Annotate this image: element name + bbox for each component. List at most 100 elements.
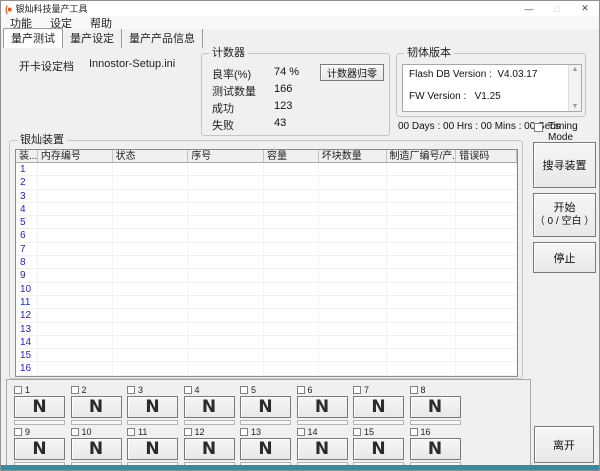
table-row[interactable]: 6 [16, 229, 517, 242]
port-number-label: 15 [364, 427, 374, 437]
close-icon[interactable]: ✕ [571, 1, 599, 16]
port-checkbox[interactable] [240, 386, 248, 394]
device-data-cell [113, 283, 189, 295]
table-row[interactable]: 13 [16, 323, 517, 336]
port-checkbox[interactable] [127, 386, 135, 394]
table-row[interactable]: 16 [16, 362, 517, 375]
table-row[interactable]: 14 [16, 336, 517, 349]
port-status-button[interactable]: N [410, 438, 461, 460]
port-checkbox[interactable] [297, 428, 305, 436]
port-status-button[interactable]: N [240, 438, 291, 460]
port-checkbox[interactable] [410, 428, 418, 436]
port-status-button[interactable]: N [353, 438, 404, 460]
port-check-row: 2 [71, 384, 122, 395]
port-number-label: 1 [25, 385, 30, 395]
port-check-row: 1 [14, 384, 65, 395]
column-header[interactable]: 内存编号 [38, 150, 113, 162]
port-cell: 1N [14, 384, 65, 425]
port-status-button[interactable]: N [71, 396, 122, 418]
table-row[interactable]: 8 [16, 256, 517, 269]
table-row[interactable]: 1 [16, 163, 517, 176]
table-row[interactable]: 4 [16, 203, 517, 216]
device-data-cell [188, 163, 264, 175]
port-status-button[interactable]: N [71, 438, 122, 460]
port-checkbox[interactable] [184, 386, 192, 394]
port-status-button[interactable]: N [14, 438, 65, 460]
port-status-button[interactable]: N [127, 396, 178, 418]
port-checkbox[interactable] [353, 428, 361, 436]
device-data-cell [113, 336, 189, 348]
minimize-icon[interactable]: — [515, 1, 543, 16]
port-status-button[interactable]: N [14, 396, 65, 418]
fw-version: FW Version : V1.25 [409, 91, 501, 102]
port-checkbox[interactable] [127, 428, 135, 436]
port-checkbox[interactable] [297, 386, 305, 394]
table-row[interactable]: 5 [16, 216, 517, 229]
tab-production-test[interactable]: 量产测试 [3, 28, 63, 48]
table-row[interactable]: 12 [16, 309, 517, 322]
port-status-button[interactable]: N [410, 396, 461, 418]
column-header[interactable]: 装... [16, 150, 38, 162]
port-status-button[interactable]: N [240, 396, 291, 418]
tab-production-settings[interactable]: 量产设定 [63, 29, 122, 48]
device-index-cell: 16 [16, 362, 38, 374]
timing-mode-checkbox[interactable] [534, 123, 543, 132]
device-data-cell [188, 176, 264, 188]
scroll-up-icon[interactable]: ▲ [569, 66, 581, 73]
column-header[interactable]: 坏块数量 [319, 150, 387, 162]
search-device-button[interactable]: 搜寻装置 [533, 142, 596, 188]
device-data-cell [188, 323, 264, 335]
column-header[interactable]: 序号 [188, 150, 264, 162]
table-row[interactable]: 7 [16, 243, 517, 256]
table-row[interactable]: 10 [16, 283, 517, 296]
port-number-label: 5 [251, 385, 256, 395]
table-row[interactable]: 3 [16, 190, 517, 203]
table-row[interactable]: 2 [16, 176, 517, 189]
counter-row-label: 成功 [212, 100, 234, 116]
titlebar: (● 银灿科技量产工具 — □ ✕ [1, 1, 599, 16]
port-checkbox[interactable] [240, 428, 248, 436]
column-header[interactable]: 制造厂编号/产... [387, 150, 457, 162]
port-checkbox[interactable] [14, 428, 22, 436]
device-data-cell [319, 283, 387, 295]
device-data-cell [456, 296, 517, 308]
port-number-label: 2 [82, 385, 87, 395]
column-header[interactable]: 容量 [264, 150, 319, 162]
table-row[interactable]: 9 [16, 269, 517, 282]
port-checkbox[interactable] [184, 428, 192, 436]
port-number-label: 16 [421, 427, 431, 437]
port-checkbox[interactable] [71, 386, 79, 394]
device-data-cell [38, 323, 113, 335]
port-status-button[interactable]: N [297, 438, 348, 460]
device-data-cell [188, 336, 264, 348]
tab-production-product-info[interactable]: 量产产品信息 [122, 29, 203, 48]
port-checkbox[interactable] [71, 428, 79, 436]
scrollbar[interactable]: ▲ ▼ [568, 65, 581, 111]
table-row[interactable]: 11 [16, 296, 517, 309]
start-button[interactable]: 开始 （ 0 / 空白 ） [533, 193, 596, 237]
port-status-button[interactable]: N [184, 438, 235, 460]
port-status-button[interactable]: N [353, 396, 404, 418]
port-status-button[interactable]: N [184, 396, 235, 418]
port-number-label: 10 [82, 427, 92, 437]
device-data-cell [387, 229, 457, 241]
port-status-button[interactable]: N [297, 396, 348, 418]
counter-reset-button[interactable]: 计数器归零 [320, 64, 384, 81]
column-header[interactable]: 状态 [113, 150, 189, 162]
device-table[interactable]: 装...内存编号状态序号容量坏块数量制造厂编号/产...错误码 12345678… [15, 149, 518, 377]
device-data-cell [264, 229, 319, 241]
port-checkbox[interactable] [14, 386, 22, 394]
table-row[interactable]: 15 [16, 349, 517, 362]
maximize-icon[interactable]: □ [543, 1, 571, 16]
stop-button[interactable]: 停止 [533, 242, 596, 273]
port-number-label: 4 [195, 385, 200, 395]
port-checkbox[interactable] [353, 386, 361, 394]
device-data-cell [38, 190, 113, 202]
port-check-row: 14 [297, 426, 348, 437]
device-data-cell [456, 190, 517, 202]
exit-button[interactable]: 离开 [534, 426, 594, 463]
port-status-button[interactable]: N [127, 438, 178, 460]
port-checkbox[interactable] [410, 386, 418, 394]
column-header[interactable]: 错误码 [456, 150, 517, 162]
scroll-down-icon[interactable]: ▼ [569, 103, 581, 110]
